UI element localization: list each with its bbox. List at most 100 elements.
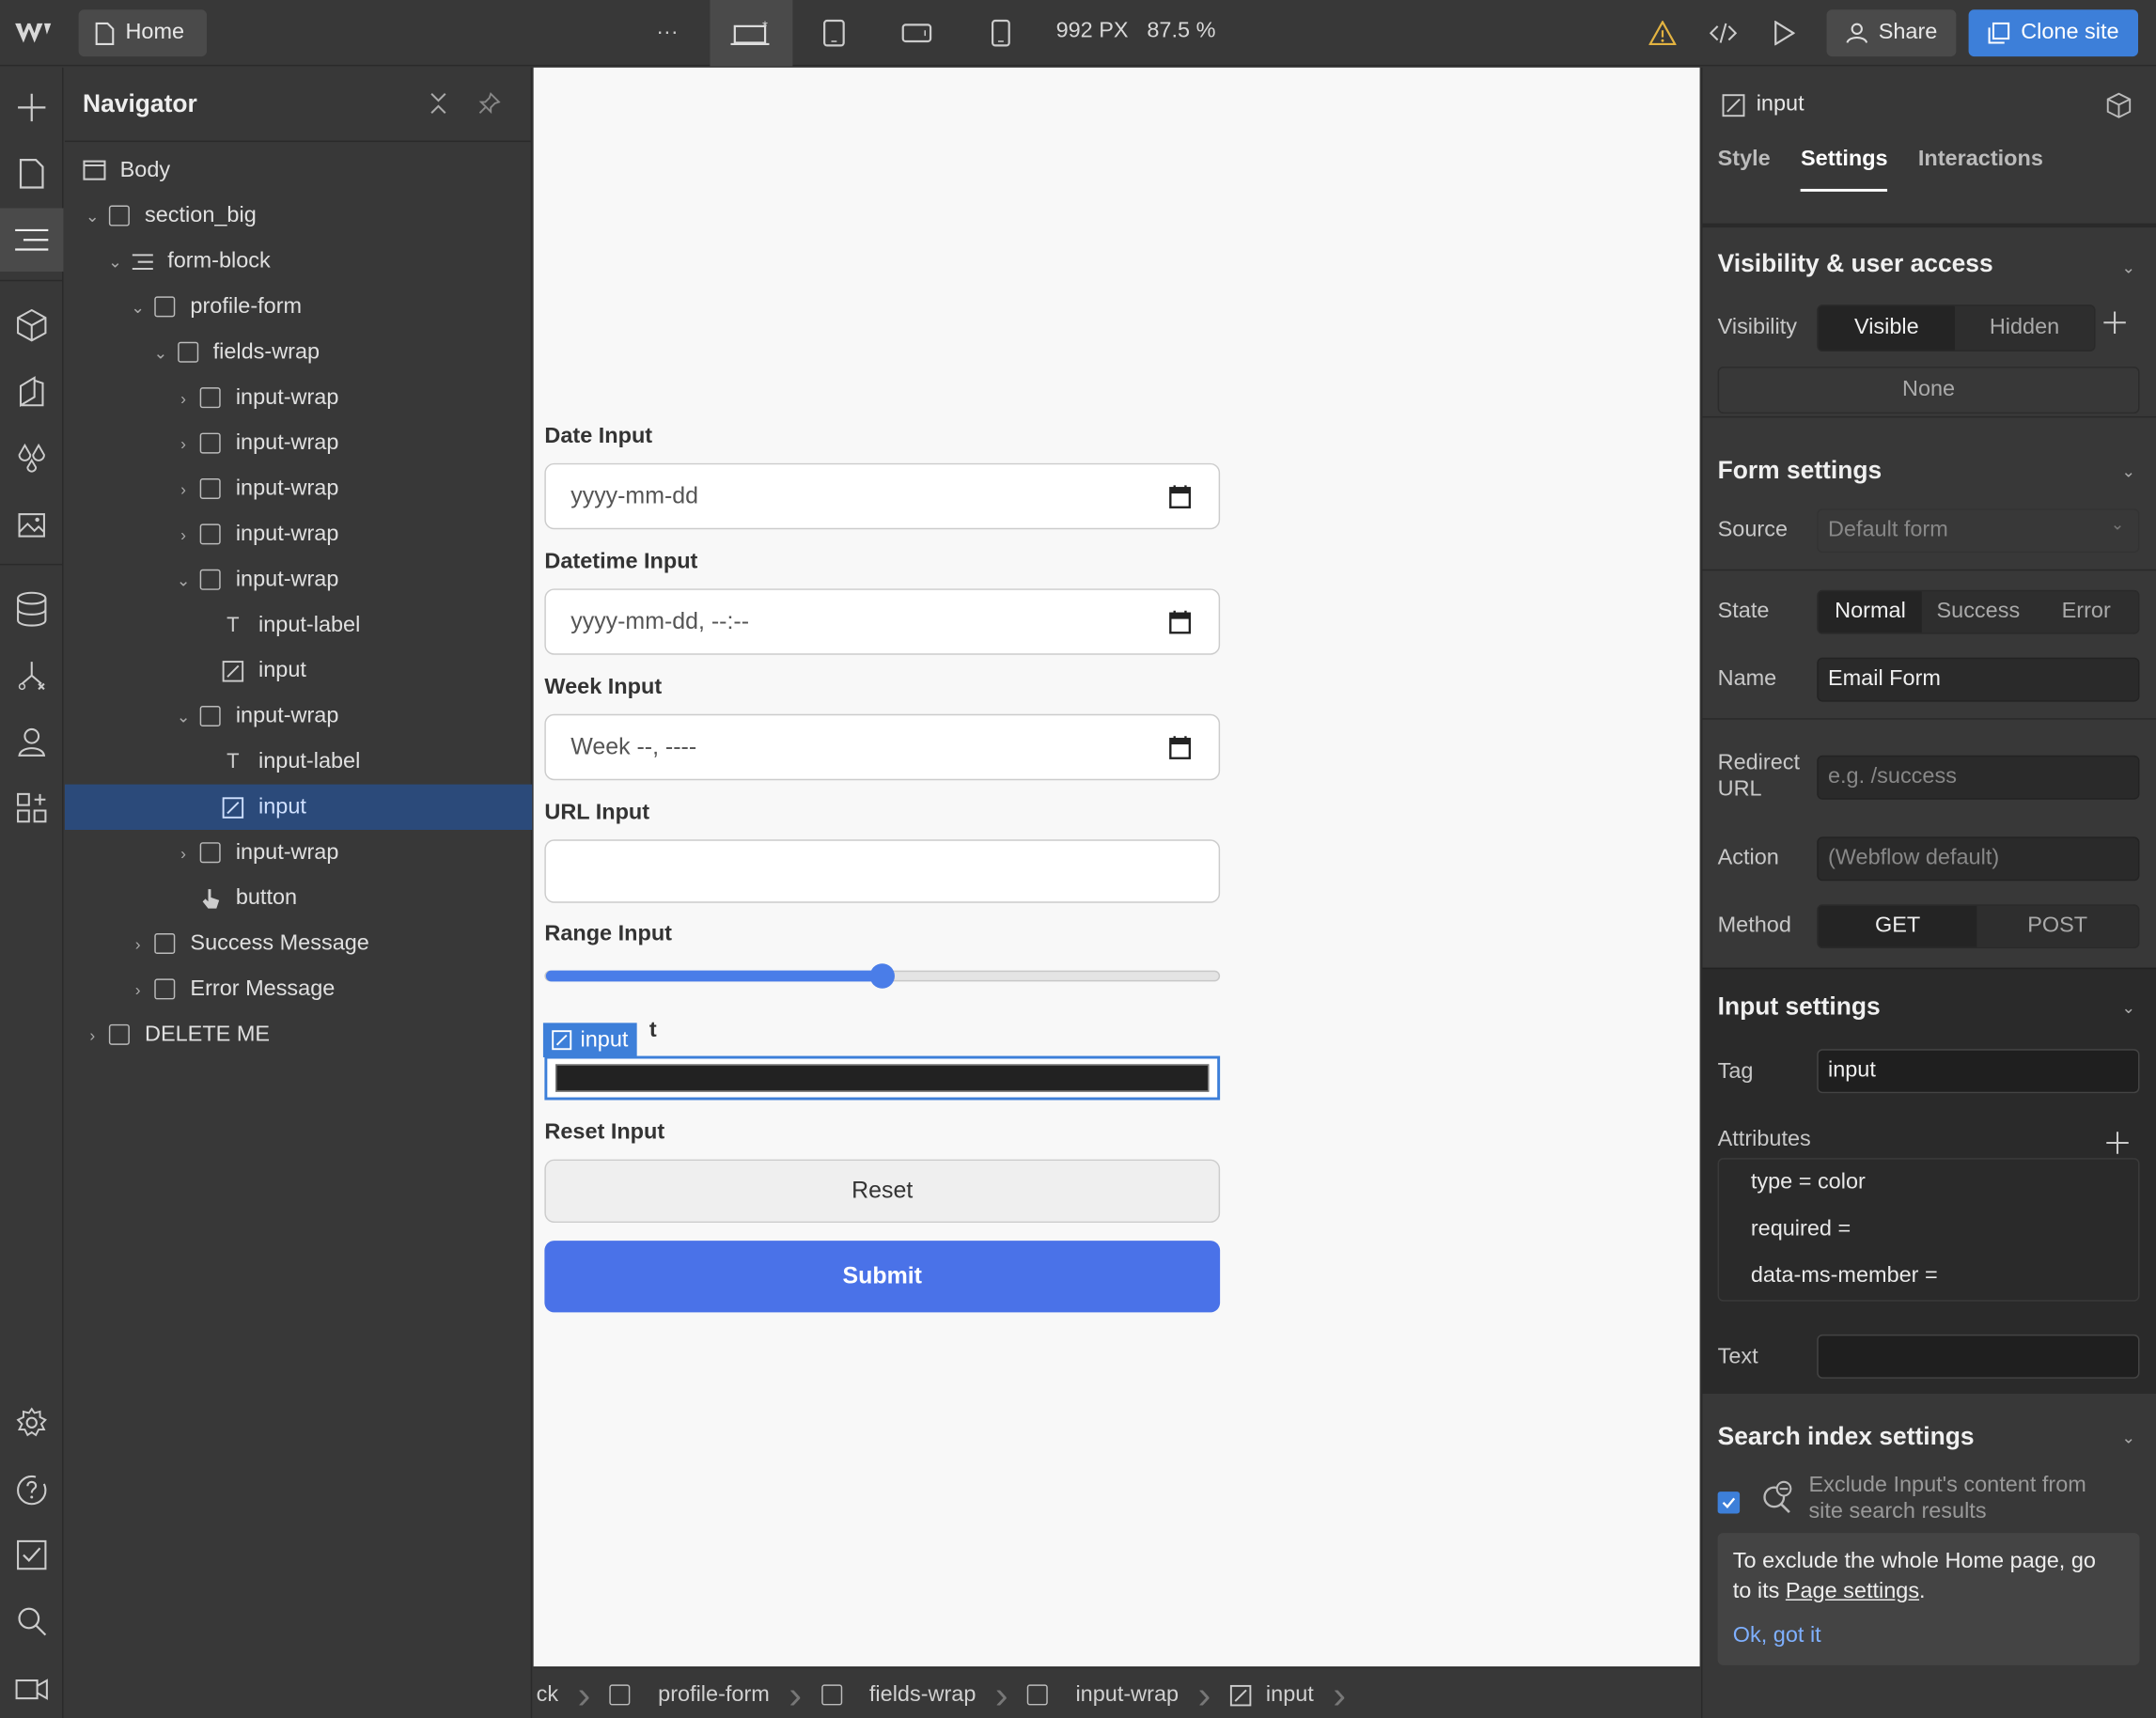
visibility-hidden-option[interactable]: Hidden: [1955, 306, 2094, 351]
week-input[interactable]: Week --, ----: [544, 713, 1221, 781]
form-name-input[interactable]: Email Form: [1817, 657, 2140, 702]
navigator-item-form-block[interactable]: ⌄ form-block: [65, 239, 532, 284]
visibility-visible-option[interactable]: Visible: [1818, 305, 1955, 351]
navigator-item-input-wrap[interactable]: ⌄ input-wrap: [65, 694, 532, 739]
calendar-icon[interactable]: [1169, 484, 1192, 508]
share-button[interactable]: Share: [1826, 9, 1957, 57]
navigator-item-input-wrap[interactable]: › input-wrap: [65, 375, 532, 420]
pages-button[interactable]: [0, 142, 63, 205]
video-tutorials-button[interactable]: [0, 1656, 63, 1718]
calendar-icon[interactable]: [1169, 609, 1192, 634]
reset-button[interactable]: Reset: [544, 1159, 1221, 1224]
webflow-logo-icon[interactable]: [12, 18, 54, 48]
add-visibility-condition-button[interactable]: [2102, 310, 2127, 342]
ok-got-it-link[interactable]: Ok, got it: [1733, 1621, 2125, 1651]
navigator-item-section-big[interactable]: ⌄ section_big: [65, 193, 532, 238]
navigator-item-input[interactable]: input: [65, 648, 532, 693]
state-error-option[interactable]: Error: [2034, 591, 2138, 633]
week-input-label[interactable]: Week Input: [544, 676, 662, 700]
preview-button[interactable]: [1765, 0, 1804, 66]
chevron-right-icon[interactable]: ›: [174, 433, 194, 453]
breadcrumb-item[interactable]: fields-wrap: [802, 1668, 995, 1718]
date-input-label[interactable]: Date Input: [544, 425, 652, 449]
exclude-from-search-checkbox[interactable]: [1717, 1492, 1741, 1514]
design-canvas[interactable]: Date Input yyyy-mm-dd Datetime Input yyy…: [533, 67, 1700, 1667]
navigator-item-success-message[interactable]: › Success Message: [65, 921, 532, 966]
breadcrumb-item[interactable]: input-wrap: [1008, 1668, 1198, 1718]
breadcrumb-item[interactable]: ck: [534, 1668, 578, 1718]
method-get-option[interactable]: GET: [1818, 905, 1977, 947]
redirect-url-input[interactable]: e.g. /success: [1817, 755, 2140, 800]
logic-button[interactable]: [0, 644, 63, 707]
navigator-item-input-wrap[interactable]: › input-wrap: [65, 420, 532, 465]
attribute-row[interactable]: data-ms-member =: [1751, 1264, 1938, 1288]
navigator-item-input-wrap[interactable]: ⌄ input-wrap: [65, 557, 532, 602]
chevron-down-icon[interactable]: ⌄: [83, 206, 102, 226]
navigator-item-input-label[interactable]: Tinput-label: [65, 739, 532, 784]
variables-button[interactable]: [0, 426, 63, 489]
navigator-item-button[interactable]: button: [65, 875, 532, 920]
navigator-item-input[interactable]: input: [64, 784, 533, 831]
chevron-down-icon[interactable]: ⌄: [151, 342, 171, 362]
components-button[interactable]: [0, 293, 63, 356]
range-input[interactable]: [544, 963, 1221, 989]
range-input-label[interactable]: Range Input: [544, 922, 672, 946]
action-input[interactable]: (Webflow default): [1817, 836, 2140, 882]
chevron-right-icon[interactable]: ›: [174, 843, 194, 863]
navigator-item-body[interactable]: Body: [65, 148, 532, 193]
chevron-right-icon[interactable]: ›: [128, 934, 148, 954]
style-selectors-button[interactable]: [0, 360, 63, 423]
navigator-item-input-label[interactable]: Tinput-label: [65, 602, 532, 648]
state-success-option[interactable]: Success: [1922, 591, 2034, 633]
page-selector-button[interactable]: Home: [78, 9, 208, 57]
breadcrumb-item[interactable]: input: [1211, 1668, 1333, 1718]
chevron-down-icon[interactable]: ⌄: [174, 707, 194, 726]
mobile-landscape-breakpoint-button[interactable]: [896, 0, 937, 66]
tablet-breakpoint-button[interactable]: [813, 0, 854, 66]
pin-panel-button[interactable]: [478, 91, 501, 121]
method-post-option[interactable]: POST: [1976, 906, 2138, 947]
chevron-down-icon[interactable]: ⌄: [128, 297, 148, 317]
range-thumb[interactable]: [869, 963, 895, 989]
chevron-down-icon[interactable]: ⌄: [2121, 998, 2135, 1018]
add-elements-button[interactable]: [0, 76, 63, 139]
more-options-button[interactable]: ···: [648, 0, 686, 66]
attribute-row[interactable]: type = color: [1751, 1170, 1866, 1195]
chevron-right-icon[interactable]: ›: [174, 388, 194, 408]
selected-element-badge[interactable]: input: [542, 1023, 637, 1058]
chevron-down-icon[interactable]: ⌄: [174, 570, 194, 590]
page-settings-link[interactable]: Page settings: [1786, 1580, 1919, 1603]
color-input-label-visible-part[interactable]: t: [649, 1019, 657, 1043]
reset-input-label[interactable]: Reset Input: [544, 1121, 664, 1146]
cms-button[interactable]: [0, 578, 63, 641]
navigator-item-error-message[interactable]: › Error Message: [65, 966, 532, 1011]
visibility-section-title[interactable]: Visibility & user access: [1718, 249, 1993, 278]
datetime-input-label[interactable]: Datetime Input: [544, 550, 697, 574]
chevron-down-icon[interactable]: ⌄: [105, 252, 125, 272]
tasks-button[interactable]: [0, 1523, 63, 1586]
url-input[interactable]: [544, 839, 1221, 903]
source-select[interactable]: Default form ⌄: [1817, 508, 2140, 554]
text-input[interactable]: [1817, 1334, 2140, 1379]
navigator-item-input-wrap[interactable]: › input-wrap: [65, 830, 532, 875]
navigator-item-delete-me[interactable]: › DELETE ME: [65, 1012, 532, 1057]
mobile-portrait-breakpoint-button[interactable]: [981, 0, 1020, 66]
audit-warning-button[interactable]: [1643, 0, 1681, 66]
collapse-all-button[interactable]: [429, 92, 448, 121]
navigator-item-input-wrap[interactable]: › input-wrap: [65, 511, 532, 556]
chevron-right-icon[interactable]: ›: [174, 524, 194, 544]
user-access-none-button[interactable]: None: [1717, 367, 2140, 414]
navigator-item-fields-wrap[interactable]: ⌄ fields-wrap: [65, 330, 532, 375]
tag-input[interactable]: input: [1817, 1049, 2140, 1094]
chevron-down-icon[interactable]: ⌄: [2121, 461, 2135, 481]
chevron-right-icon[interactable]: ›: [174, 479, 194, 499]
date-input[interactable]: yyyy-mm-dd: [544, 462, 1221, 530]
input-settings-title[interactable]: Input settings: [1718, 992, 1881, 1022]
navigator-button[interactable]: [0, 208, 64, 272]
attribute-row[interactable]: required =: [1751, 1217, 1851, 1242]
chevron-right-icon[interactable]: ›: [83, 1025, 102, 1045]
assets-button[interactable]: [0, 492, 63, 555]
users-button[interactable]: [0, 710, 63, 773]
navigator-item-input-wrap[interactable]: › input-wrap: [65, 466, 532, 511]
calendar-icon[interactable]: [1169, 735, 1192, 759]
